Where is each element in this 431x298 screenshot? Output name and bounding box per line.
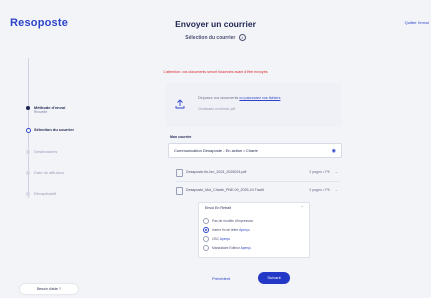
option-insert-end[interactable]: Insère fin de lettre Aperçu — [203, 227, 250, 233]
dropzone-text: Déposez vos documents ou parcourez vos f… — [198, 96, 280, 100]
file-name: Desaposte-lfo-hm_2024_2025024.pdf — [186, 170, 247, 174]
file-row[interactable]: Desaposte-lfo-hm_2024_2025024.pdf 3 page… — [176, 168, 340, 178]
option-mandataire[interactable]: Mandataire Editeur Aperçu — [203, 245, 251, 251]
file-row[interactable]: Desaposte_Mut_Charte_PNE-09_2025-24 Trad… — [176, 186, 340, 196]
step-todo-icon — [26, 150, 30, 154]
help-button[interactable]: Besoin d'aide ? — [20, 284, 78, 294]
step-todo-icon — [26, 192, 30, 196]
step-sublabel: Recueille — [34, 110, 48, 114]
file-meta: 3 pages • PK — [309, 170, 330, 174]
warning-message: L'attention: vos documents seront fusion… — [163, 70, 268, 74]
apercu-link[interactable]: Aperçu — [220, 237, 230, 241]
upload-icon — [175, 99, 185, 109]
page-subtitle: Sélection du courrier i — [0, 34, 431, 41]
step-done-icon — [26, 106, 30, 110]
previous-button[interactable]: Précédent — [212, 276, 230, 281]
info-icon[interactable]: i — [238, 34, 246, 41]
page-title: Envoyer un courrier — [175, 19, 256, 29]
panel-title: Envoi En Retrait — [205, 206, 231, 210]
apercu-link[interactable]: Aperçu — [239, 228, 249, 232]
subtitle-text: Sélection du courrier — [185, 34, 236, 41]
option-label: Mandataire Editeur — [212, 245, 240, 250]
file-dropzone[interactable]: Déposez vos documents ou parcourez vos f… — [166, 83, 342, 127]
option-label: Insère fin de lettre — [212, 227, 239, 232]
radio-icon[interactable] — [203, 245, 209, 251]
eye-icon[interactable]: ◉ — [332, 148, 336, 154]
option-label: Pas de modèle d'impression — [212, 218, 254, 223]
radio-icon[interactable] — [203, 236, 209, 242]
courrier-select-value: Communication Desaposte - En action • Ch… — [174, 148, 258, 153]
courrier-label: Mon courrier — [170, 135, 192, 139]
pdf-file-icon — [176, 187, 183, 195]
dropzone-label: Déposez vos documents — [198, 96, 239, 100]
chevron-down-icon[interactable]: ⌄ — [335, 169, 338, 174]
step-current-icon — [26, 128, 31, 133]
chevron-down-icon[interactable]: ⌄ — [335, 187, 338, 192]
courrier-select[interactable]: Communication Desaposte - En action • Ch… — [168, 143, 342, 158]
step-label: Destinataires — [34, 149, 58, 154]
divider — [176, 181, 340, 182]
option-no-model[interactable]: Pas de modèle d'impression — [203, 218, 253, 224]
radio-selected-icon[interactable] — [203, 227, 209, 233]
pdf-file-icon — [176, 169, 183, 177]
print-options-panel: Envoi En Retrait ⌃ Pas de modèle d'impre… — [198, 202, 310, 258]
step-label: Date de diffusion — [34, 170, 64, 175]
next-button[interactable]: Suivant — [258, 272, 290, 284]
file-meta: 3 pages • PK — [309, 188, 330, 192]
option-label: CBC — [212, 236, 219, 241]
apercu-link[interactable]: Aperçu — [241, 246, 251, 250]
dropzone-hint: Choisissez un format .pdf — [198, 107, 236, 111]
file-name: Desaposte_Mut_Charte_PNE-09_2025-24 Trad… — [186, 188, 264, 192]
option-cbc[interactable]: CBC Aperçu — [203, 236, 230, 242]
step-label: Sélection du courrier — [34, 127, 75, 132]
step-label: Récapitulatif — [34, 191, 57, 196]
radio-icon[interactable] — [203, 218, 209, 224]
step-todo-icon — [26, 171, 30, 175]
chevron-up-icon[interactable]: ⌃ — [301, 205, 304, 210]
browse-files-link[interactable]: ou parcourez vos fichiers — [239, 96, 280, 100]
